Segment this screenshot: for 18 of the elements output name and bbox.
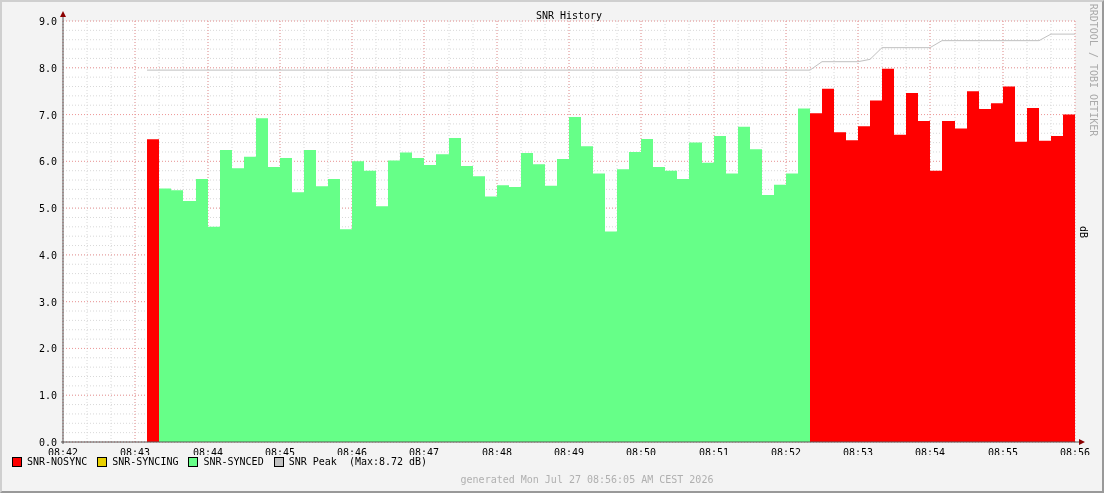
legend-label: SNR-SYNCED xyxy=(203,456,264,467)
y-tick-label: 8.0 xyxy=(38,62,57,74)
chart-title: SNR History xyxy=(535,10,603,21)
legend-label: SNR-SYNCING xyxy=(112,456,179,467)
legend-label: SNR Peak (Max:8.72 dB) xyxy=(288,456,428,467)
legend-label: SNR-NOSYNC xyxy=(27,456,88,467)
y-tick-label: 7.0 xyxy=(38,109,57,121)
watermark-credit: RRDTOOL / TOBI OETIKER xyxy=(1088,3,1099,137)
y-tick-label: 9.0 xyxy=(38,16,57,27)
y-tick-label: 6.0 xyxy=(38,156,57,168)
y-tick-label: 2.0 xyxy=(38,343,57,355)
y-tick-label: 4.0 xyxy=(38,249,57,261)
generated-timestamp: generated Mon Jul 27 08:56:05 AM CEST 2026 xyxy=(460,474,714,485)
y-tick-label: 3.0 xyxy=(38,296,57,308)
y-tick-label: 5.0 xyxy=(38,203,57,215)
y-tick-label: 0.0 xyxy=(38,437,57,448)
y-axis-label: dB xyxy=(1078,226,1089,238)
y-tick-label: 1.0 xyxy=(38,390,57,402)
